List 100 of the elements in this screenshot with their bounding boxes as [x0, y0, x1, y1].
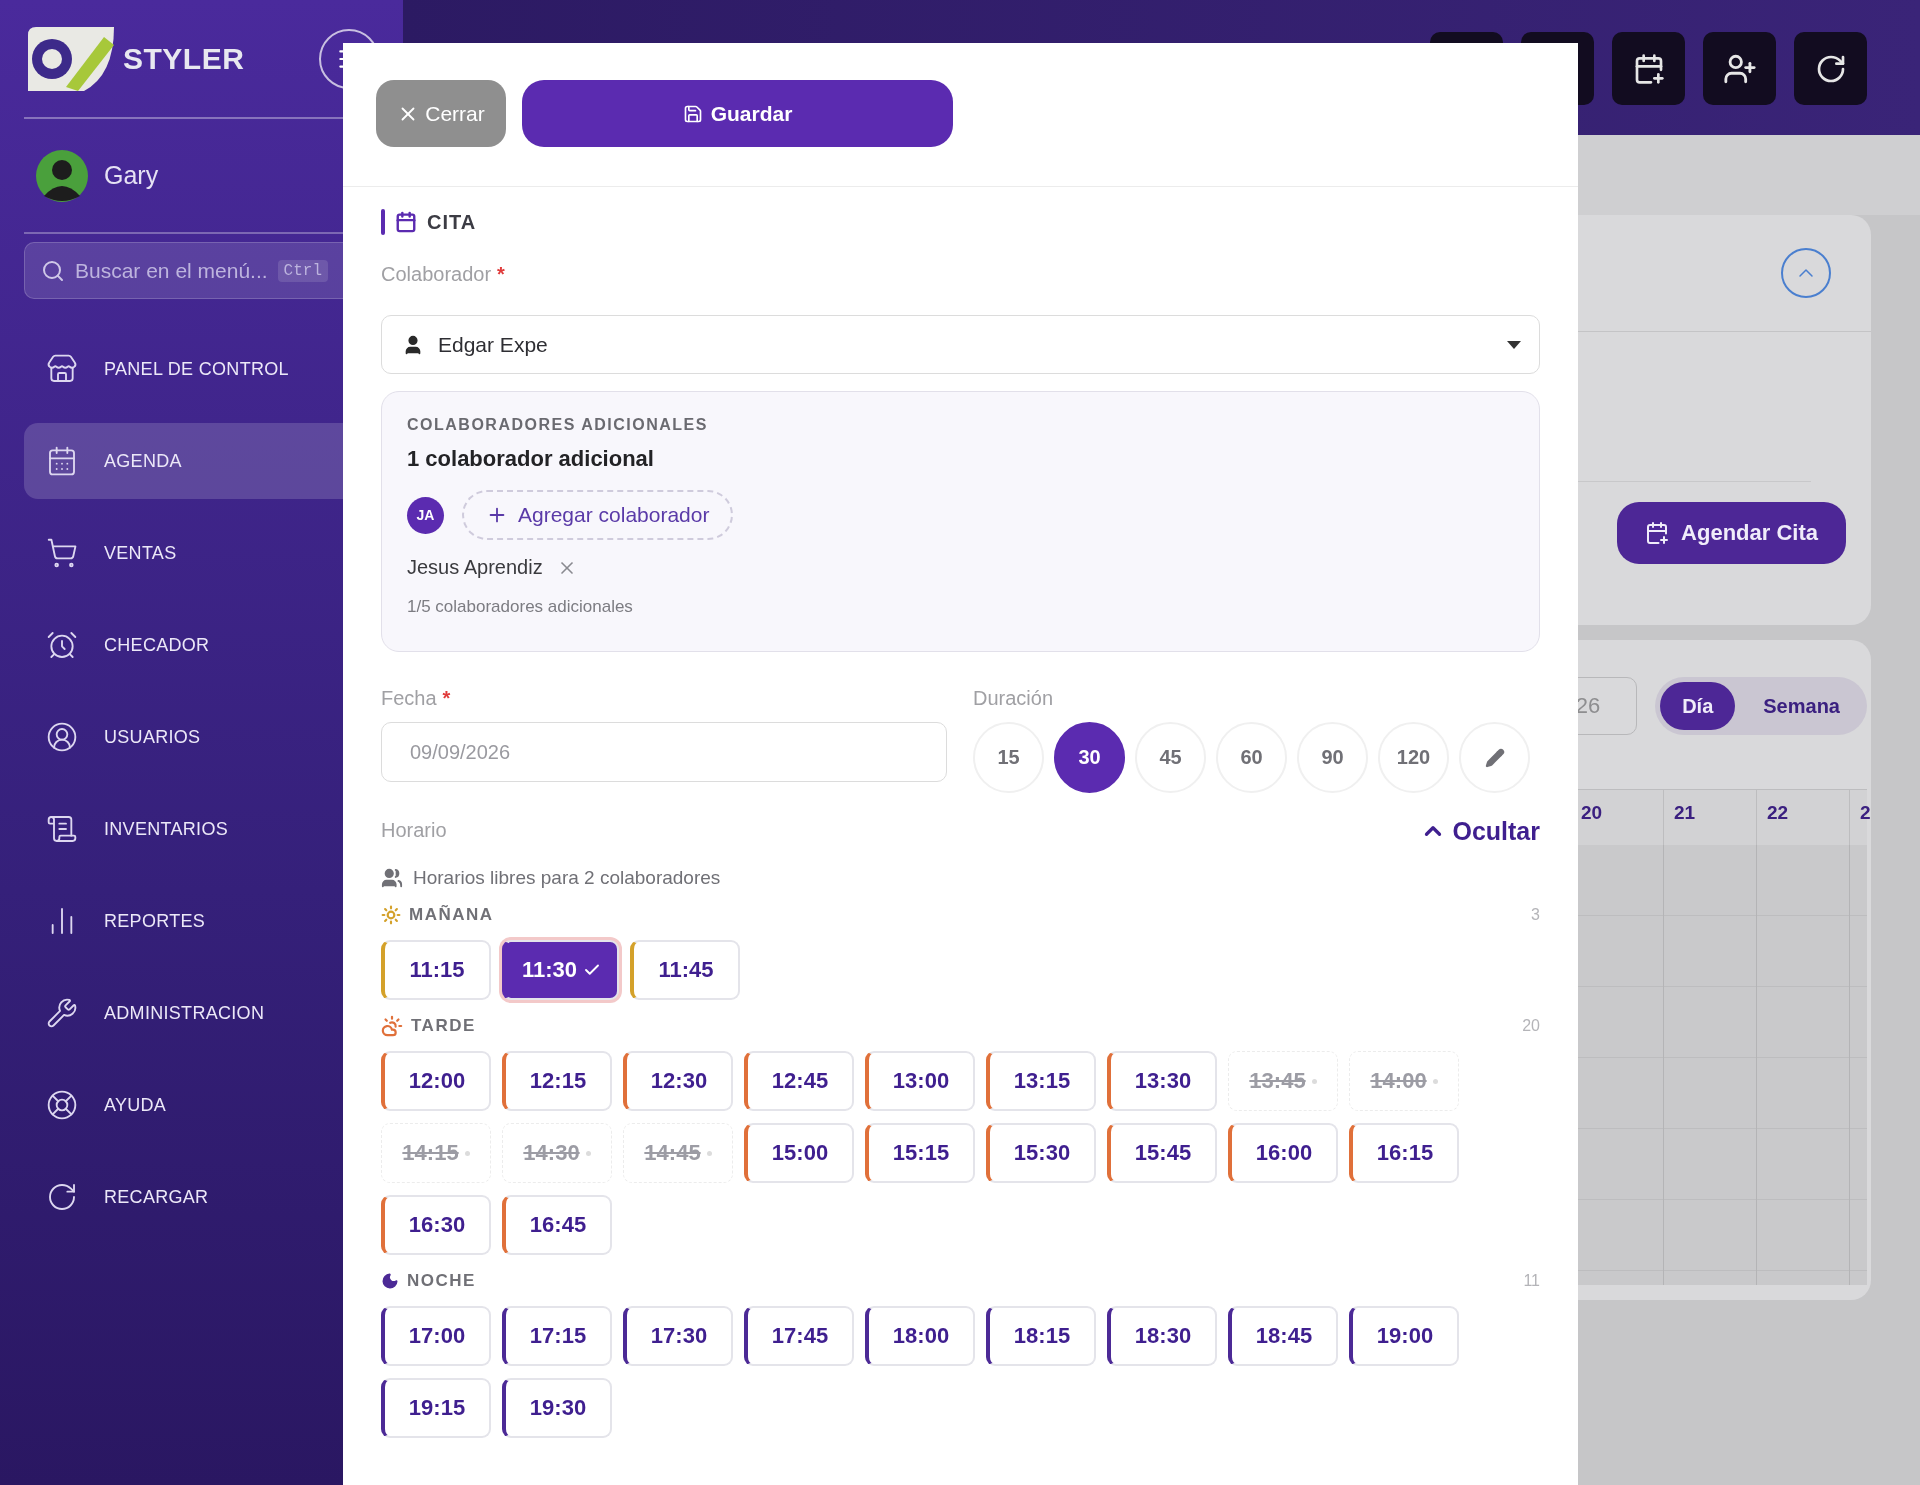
user-circle-icon — [46, 721, 78, 753]
time-slot[interactable]: 19:30 — [502, 1378, 612, 1438]
field-label: Fecha — [381, 687, 437, 710]
time-slot[interactable]: 16:00 — [1228, 1123, 1338, 1183]
period-count: 3 — [1531, 906, 1540, 924]
time-slot[interactable]: 11:15 — [381, 940, 491, 1000]
nav-item[interactable]: PANEL DE CONTROL — [24, 331, 379, 407]
time-slot[interactable]: 12:30 — [623, 1051, 733, 1111]
search-icon — [41, 258, 65, 283]
time-slot[interactable]: 13:00 — [865, 1051, 975, 1111]
day-header: 2 — [1860, 802, 1871, 823]
time-slot[interactable]: 19:15 — [381, 1378, 491, 1438]
day-header: 20 — [1581, 802, 1603, 823]
cloud-sun-icon — [381, 1015, 403, 1037]
time-slot[interactable]: 15:45 — [1107, 1123, 1217, 1183]
time-slot[interactable]: 17:00 — [381, 1306, 491, 1366]
duration-option[interactable]: 15 — [973, 722, 1044, 793]
shortcut-key: Ctrl — [277, 259, 328, 282]
time-slot[interactable]: 13:15 — [986, 1051, 1096, 1111]
toolbar-button[interactable] — [1703, 32, 1776, 105]
hide-button[interactable]: Ocultar — [1420, 816, 1540, 846]
toolbar-button[interactable] — [1612, 32, 1685, 105]
alarm-clock-icon — [46, 629, 78, 661]
time-slot[interactable]: 18:45 — [1228, 1306, 1338, 1366]
nav-item[interactable]: ADMINISTRACION — [24, 975, 379, 1051]
nav-item[interactable]: AYUDA — [24, 1067, 379, 1143]
save-icon — [682, 103, 703, 124]
nav-item[interactable]: RECARGAR — [24, 1159, 379, 1235]
toolbar-button[interactable] — [1794, 32, 1867, 105]
brand-name: STYLER — [123, 41, 245, 76]
calendar-icon — [395, 211, 417, 233]
period-count: 20 — [1522, 1017, 1540, 1035]
nav-item[interactable]: REPORTES — [24, 883, 379, 959]
period-count: 11 — [1523, 1272, 1540, 1290]
time-slot[interactable]: 11:30 — [502, 940, 620, 1000]
day-header: 21 — [1674, 802, 1696, 823]
add-collaborator-button[interactable]: Agregar colaborador — [462, 490, 734, 540]
sun-icon — [381, 905, 401, 925]
section-title: CITA — [427, 210, 477, 234]
field-label: Horario — [381, 819, 447, 842]
time-slot[interactable]: 17:30 — [623, 1306, 733, 1366]
time-slot[interactable]: 18:00 — [865, 1306, 975, 1366]
duration-option[interactable]: 45 — [1135, 722, 1206, 793]
view-tab[interactable]: Día — [1660, 682, 1736, 730]
period-title: NOCHE — [407, 1271, 477, 1291]
time-slot[interactable]: 17:45 — [744, 1306, 854, 1366]
wrench-icon — [46, 997, 78, 1029]
collapse-button[interactable] — [1781, 248, 1831, 298]
calendar-icon — [46, 445, 78, 477]
lifebuoy-icon — [46, 1089, 78, 1121]
time-slot[interactable]: 16:30 — [381, 1195, 491, 1255]
required-mark: * — [442, 687, 451, 710]
nav-item[interactable]: INVENTARIOS — [24, 791, 379, 867]
period-title: MAÑANA — [409, 905, 495, 925]
collaborator-count: 1/5 colaboradores adicionales — [407, 597, 634, 617]
nav-item[interactable]: CHECADOR — [24, 607, 379, 683]
duration-option[interactable]: 60 — [1216, 722, 1287, 793]
collaborator-name: Jesus Aprendiz — [407, 556, 543, 579]
view-tab[interactable]: Semana — [1741, 682, 1862, 730]
time-slot[interactable]: 11:45 — [630, 940, 741, 1000]
moon-icon — [381, 1272, 399, 1290]
duration-option[interactable]: 30 — [1054, 722, 1125, 793]
panel-summary: 1 colaborador adicional — [407, 446, 655, 472]
time-slot[interactable]: 13:30 — [1107, 1051, 1217, 1111]
refresh-icon — [46, 1181, 78, 1213]
time-slot[interactable]: 19:00 — [1349, 1306, 1459, 1366]
user-name[interactable]: Gary — [104, 161, 159, 190]
nav-item[interactable]: USUARIOS — [24, 699, 379, 775]
required-mark: * — [497, 263, 505, 286]
time-slot[interactable]: 15:30 — [986, 1123, 1096, 1183]
time-slot[interactable]: 15:15 — [865, 1123, 975, 1183]
time-slot[interactable]: 16:15 — [1349, 1123, 1459, 1183]
nav-item[interactable]: VENTAS — [24, 515, 379, 591]
time-slot[interactable]: 16:45 — [502, 1195, 612, 1255]
pencil-icon — [1484, 747, 1505, 768]
initials-avatar: JA — [407, 496, 444, 534]
field-label: Duración — [973, 687, 1054, 710]
time-slot[interactable]: 12:15 — [502, 1051, 612, 1111]
duration-option[interactable]: 120 — [1378, 722, 1449, 793]
panel-title: COLABORADORES ADICIONALES — [407, 416, 709, 434]
time-slot[interactable]: 18:30 — [1107, 1306, 1217, 1366]
user-avatar — [36, 149, 88, 202]
calendar-plus-icon — [1645, 521, 1670, 545]
time-slot[interactable]: 17:15 — [502, 1306, 612, 1366]
save-button[interactable]: Guardar — [522, 80, 953, 147]
duration-option[interactable]: 90 — [1297, 722, 1368, 793]
time-slot[interactable]: 12:45 — [744, 1051, 854, 1111]
period-title: TARDE — [411, 1016, 477, 1036]
cart-icon — [46, 537, 78, 569]
schedule-button[interactable]: Agendar Cita — [1617, 502, 1846, 564]
time-slot[interactable]: 18:15 — [986, 1306, 1096, 1366]
schedule-note: Horarios libres para 2 colaboradores — [413, 867, 721, 889]
time-slot[interactable]: 15:00 — [744, 1123, 854, 1183]
field-label: Colaborador — [381, 263, 492, 286]
users-icon — [381, 867, 403, 889]
collaborator-select[interactable]: Edgar Expe — [381, 315, 1540, 374]
caret-icon — [1507, 340, 1521, 349]
store-icon — [46, 353, 78, 385]
list-icon — [46, 813, 78, 845]
time-slot[interactable]: 12:00 — [381, 1051, 491, 1111]
